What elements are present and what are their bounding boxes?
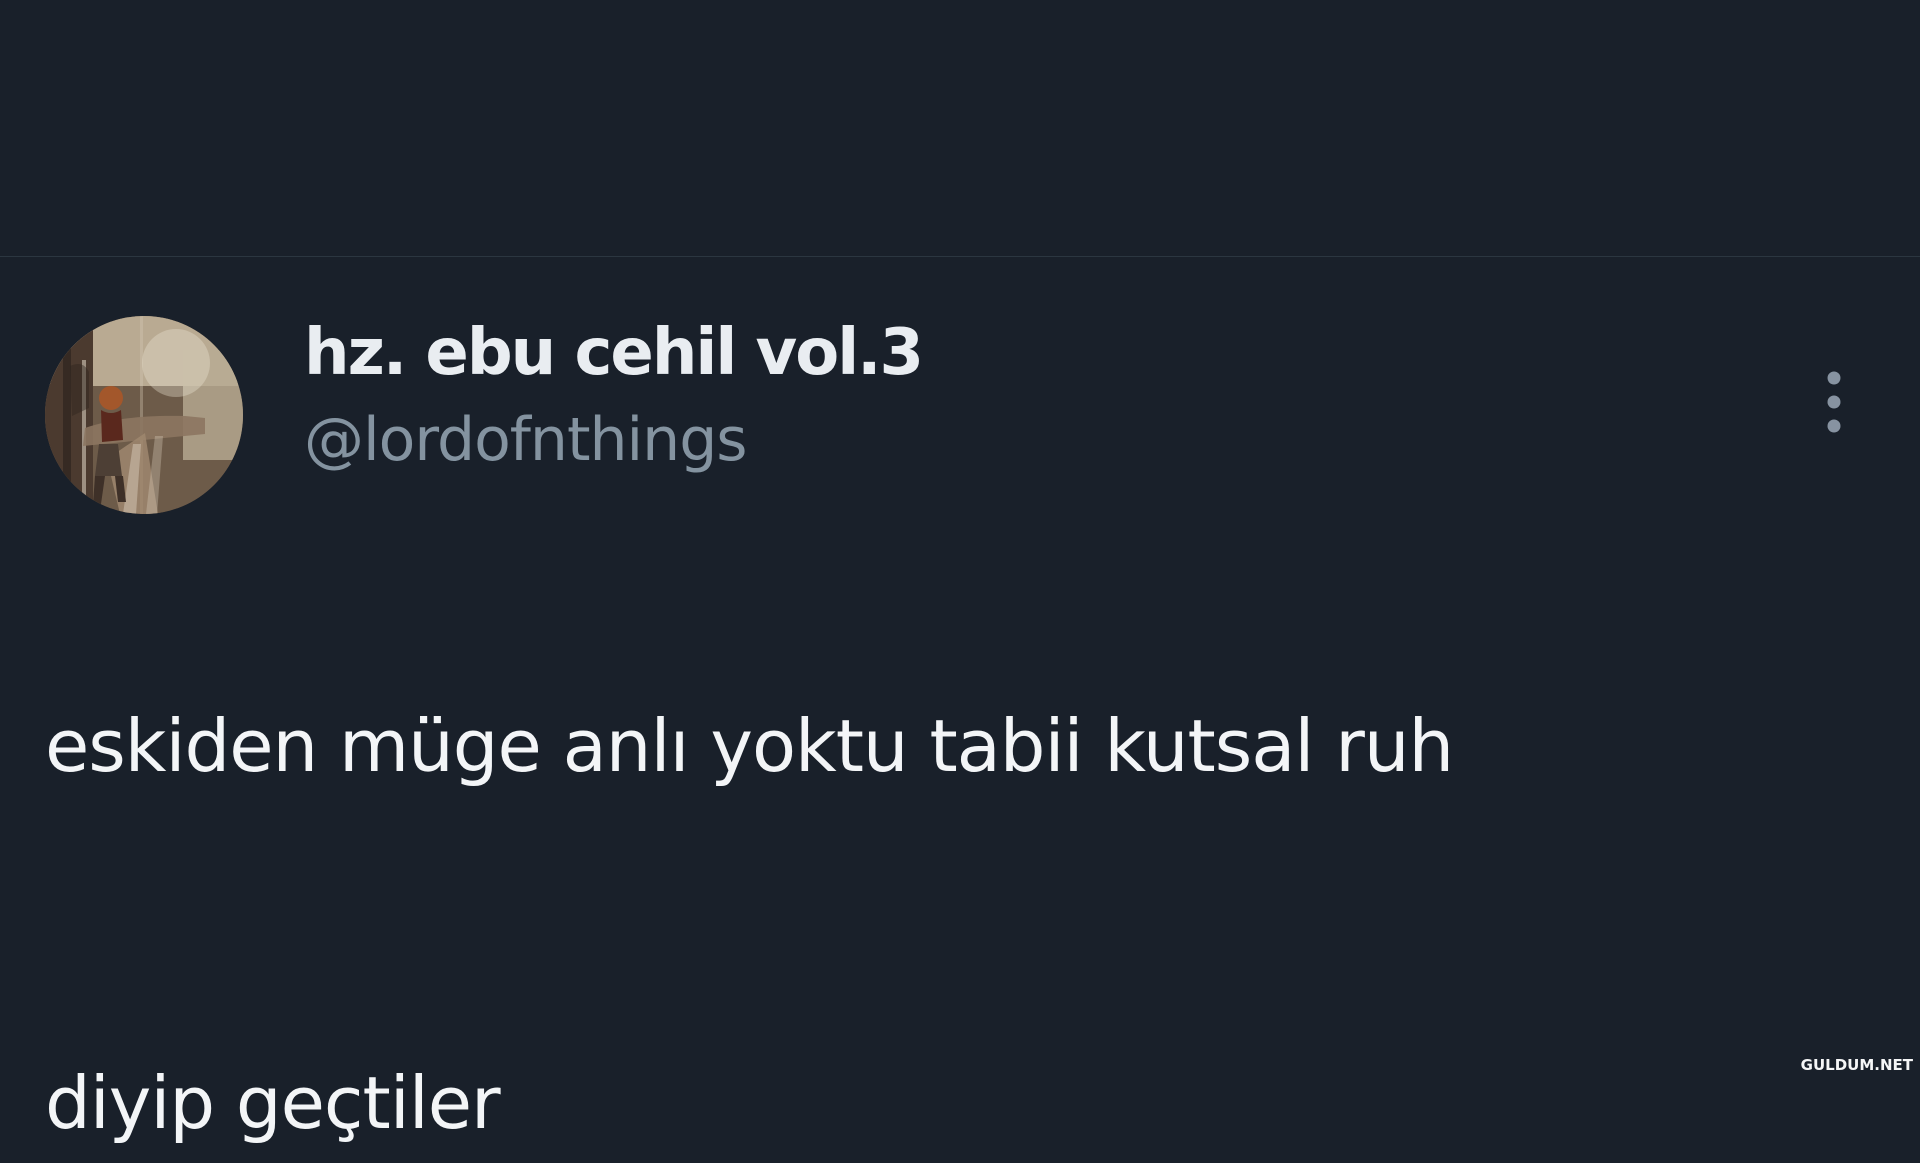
more-options-button[interactable] <box>1814 362 1854 442</box>
tweet-text-line-2: diyip geçtiler <box>45 1061 501 1145</box>
more-vertical-icon <box>1825 369 1843 435</box>
user-handle[interactable]: @lordofnthings <box>304 410 748 470</box>
tweet-text: eskiden müge anlı yoktu tabii kutsal ruh… <box>45 568 1775 1163</box>
profile-avatar[interactable] <box>45 316 243 514</box>
tweet: hz. ebu cehil vol.3 @lordofnthings eskid… <box>0 257 1920 1145</box>
display-name[interactable]: hz. ebu cehil vol.3 <box>304 321 924 385</box>
top-empty-area <box>0 0 1920 256</box>
tweet-text-line-1: eskiden müge anlı yoktu tabii kutsal ruh <box>45 704 1454 788</box>
watermark-text: GULDUM.NET <box>1800 1056 1913 1074</box>
